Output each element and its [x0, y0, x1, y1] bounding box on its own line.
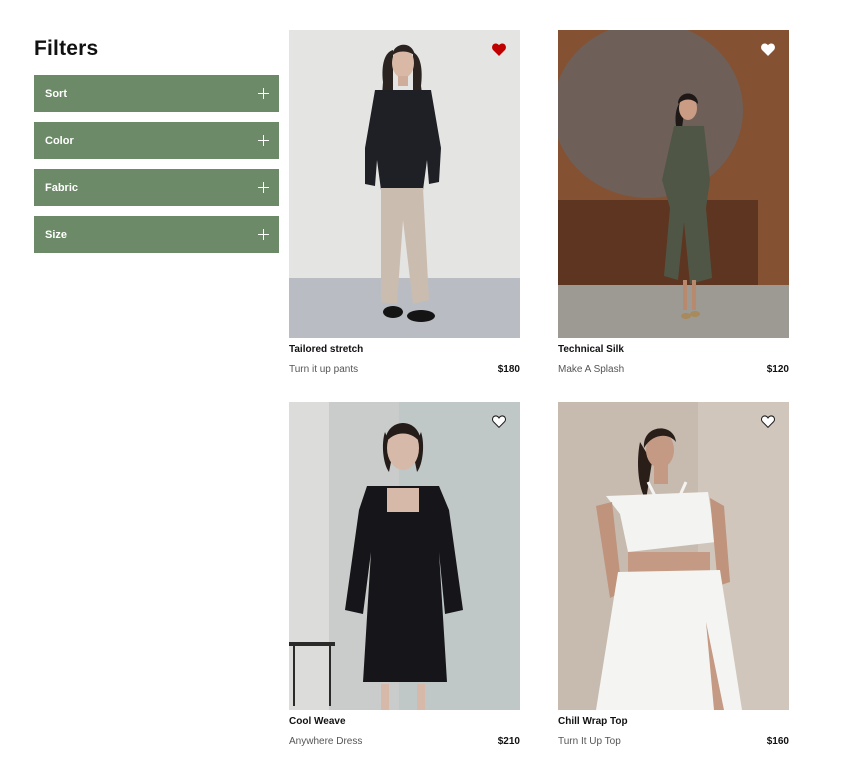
model-black-dress-image: [289, 402, 520, 710]
product-subtitle: Anywhere Dress: [289, 736, 363, 747]
product-title[interactable]: Tailored stretch: [289, 344, 520, 356]
filters-sidebar: Filters Sort Color Fabric Size: [34, 30, 279, 253]
model-black-jacket-beige-pants-image: [289, 30, 520, 338]
product-subtitle: Turn It Up Top: [558, 736, 621, 747]
filter-label: Sort: [45, 87, 67, 100]
heart-icon[interactable]: [492, 43, 506, 56]
filter-list: Sort Color Fabric Size: [34, 75, 279, 263]
filter-sort[interactable]: Sort: [34, 75, 279, 112]
product-price: $160: [766, 736, 789, 747]
product-card[interactable]: Technical Silk Make A Splash $120: [558, 30, 789, 376]
filter-label: Color: [45, 134, 74, 147]
filter-color[interactable]: Color: [34, 122, 279, 159]
product-price: $210: [497, 736, 520, 747]
product-meta: Anywhere Dress $210: [289, 736, 520, 748]
heart-icon[interactable]: [492, 415, 506, 428]
product-image[interactable]: [558, 402, 789, 710]
product-image[interactable]: [289, 402, 520, 710]
product-subtitle: Turn it up pants: [289, 364, 359, 375]
plus-icon: [258, 135, 269, 146]
model-green-dress-image: [558, 30, 789, 338]
filters-title: Filters: [34, 37, 99, 60]
product-price: $180: [497, 364, 520, 375]
product-image[interactable]: [558, 30, 789, 338]
filter-label: Fabric: [45, 181, 79, 194]
plus-icon: [258, 88, 269, 99]
product-meta: Make A Splash $120: [558, 364, 789, 376]
product-card[interactable]: Tailored stretch Turn it up pants $180: [289, 30, 520, 376]
plus-icon: [258, 182, 269, 193]
plus-icon: [258, 229, 269, 240]
heart-icon[interactable]: [761, 43, 775, 56]
product-card[interactable]: Cool Weave Anywhere Dress $210: [289, 402, 520, 748]
product-title[interactable]: Chill Wrap Top: [558, 716, 789, 728]
model-white-top-skirt-image: [558, 402, 789, 710]
product-meta: Turn it up pants $180: [289, 364, 520, 376]
filter-fabric[interactable]: Fabric: [34, 169, 279, 206]
product-image[interactable]: [289, 30, 520, 338]
filter-size[interactable]: Size: [34, 216, 279, 253]
product-title[interactable]: Cool Weave: [289, 716, 520, 728]
product-subtitle: Make A Splash: [558, 364, 625, 375]
heart-icon[interactable]: [761, 415, 775, 428]
product-meta: Turn It Up Top $160: [558, 736, 789, 748]
product-title[interactable]: Technical Silk: [558, 344, 789, 356]
product-card[interactable]: Chill Wrap Top Turn It Up Top $160: [558, 402, 789, 748]
product-price: $120: [766, 364, 789, 375]
filter-label: Size: [45, 228, 68, 241]
